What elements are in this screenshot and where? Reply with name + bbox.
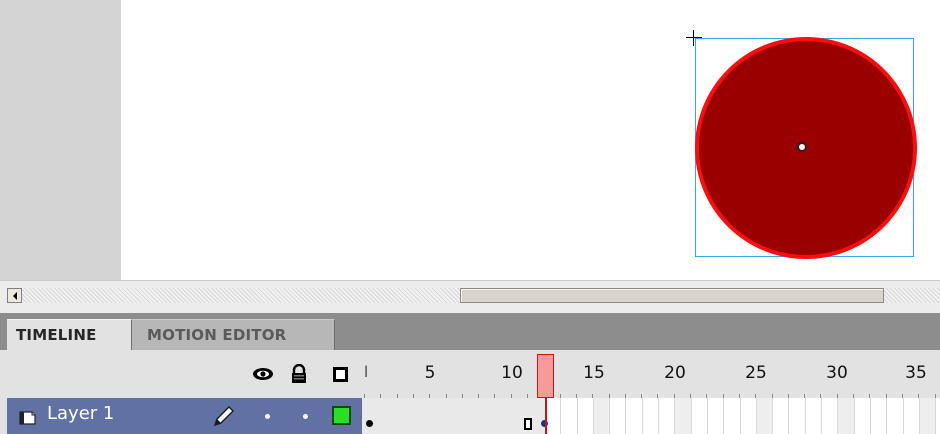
- frame-cell[interactable]: [610, 398, 627, 434]
- span-end-frame-icon[interactable]: [524, 418, 532, 430]
- ruler-label: 5: [424, 363, 436, 383]
- tab-motion-editor[interactable]: MOTION EDITOR: [132, 319, 335, 350]
- panel-tab-bar: TIMELINE MOTION EDITOR: [0, 313, 940, 350]
- scroll-left-button[interactable]: [7, 288, 22, 303]
- ruler-label: 35: [905, 363, 927, 383]
- frame-cell[interactable]: [692, 398, 708, 434]
- tab-timeline[interactable]: TIMELINE: [7, 319, 132, 350]
- frame-cell[interactable]: [643, 398, 660, 434]
- frame-cell[interactable]: [838, 398, 855, 434]
- frame-cell[interactable]: [904, 398, 920, 434]
- ruler-label: l: [364, 363, 369, 381]
- frame-cell[interactable]: [578, 398, 594, 434]
- frame-cell[interactable]: [675, 398, 692, 434]
- frame-cell[interactable]: [545, 398, 562, 434]
- arrow-left-icon: [12, 291, 17, 300]
- frame-ruler[interactable]: l 5 10 15 20 25 30 35: [362, 350, 940, 398]
- playhead[interactable]: [537, 354, 554, 398]
- layer-lock-toggle[interactable]: [303, 414, 308, 419]
- layer-page-icon: [19, 411, 36, 425]
- outline-icon[interactable]: [329, 363, 351, 385]
- tab-motion-editor-label: MOTION EDITOR: [147, 326, 287, 344]
- frame-cell[interactable]: [855, 398, 871, 434]
- frame-cell[interactable]: [887, 398, 904, 434]
- ruler-ticks: [362, 390, 940, 398]
- frame-cell[interactable]: [919, 398, 937, 434]
- frame-cell[interactable]: [756, 398, 774, 434]
- layer-visibility-toggle[interactable]: [265, 414, 270, 419]
- frame-cell[interactable]: [593, 398, 611, 434]
- horizontal-scrollbar[interactable]: [0, 280, 940, 313]
- frame-cell[interactable]: [741, 398, 757, 434]
- pencil-icon: [213, 406, 234, 427]
- frame-row[interactable]: [362, 398, 940, 434]
- tab-timeline-label: TIMELINE: [16, 326, 97, 344]
- transform-point-icon[interactable]: [797, 142, 807, 152]
- outline-box: [332, 366, 348, 382]
- layer-header: [0, 350, 362, 398]
- frame-span: [362, 398, 545, 434]
- ruler-label: 15: [583, 363, 605, 383]
- frame-cell[interactable]: [871, 398, 888, 434]
- frame-cell[interactable]: [773, 398, 790, 434]
- frame-cell[interactable]: [708, 398, 725, 434]
- pasteboard: [0, 0, 121, 280]
- scrollbar-track[interactable]: [22, 288, 940, 303]
- ruler-label: 30: [826, 363, 848, 383]
- layer-outline-color[interactable]: [332, 406, 351, 425]
- layer-row-selected[interactable]: Layer 1: [7, 398, 362, 434]
- frame-cell[interactable]: [724, 398, 741, 434]
- playhead-line: [545, 398, 547, 434]
- frame-cell[interactable]: [936, 398, 940, 434]
- scrollbar-thumb[interactable]: [460, 288, 884, 303]
- ruler-label: 20: [664, 363, 686, 383]
- flash-workspace: TIMELINE MOTION EDITOR l 5 10 15 20 25 3…: [0, 0, 940, 434]
- frame-cell[interactable]: [806, 398, 823, 434]
- lock-icon[interactable]: [289, 363, 309, 385]
- eye-icon[interactable]: [250, 363, 276, 385]
- keyframe-icon[interactable]: [366, 420, 373, 427]
- ruler-label: 10: [501, 363, 523, 383]
- layer-name[interactable]: Layer 1: [47, 403, 114, 424]
- ruler-label: 25: [745, 363, 767, 383]
- frame-cell[interactable]: [561, 398, 578, 434]
- layer-row: Layer 1: [0, 398, 940, 434]
- frame-cell[interactable]: [627, 398, 643, 434]
- frame-cell[interactable]: [790, 398, 806, 434]
- frame-cell[interactable]: [822, 398, 839, 434]
- frame-cell[interactable]: [659, 398, 676, 434]
